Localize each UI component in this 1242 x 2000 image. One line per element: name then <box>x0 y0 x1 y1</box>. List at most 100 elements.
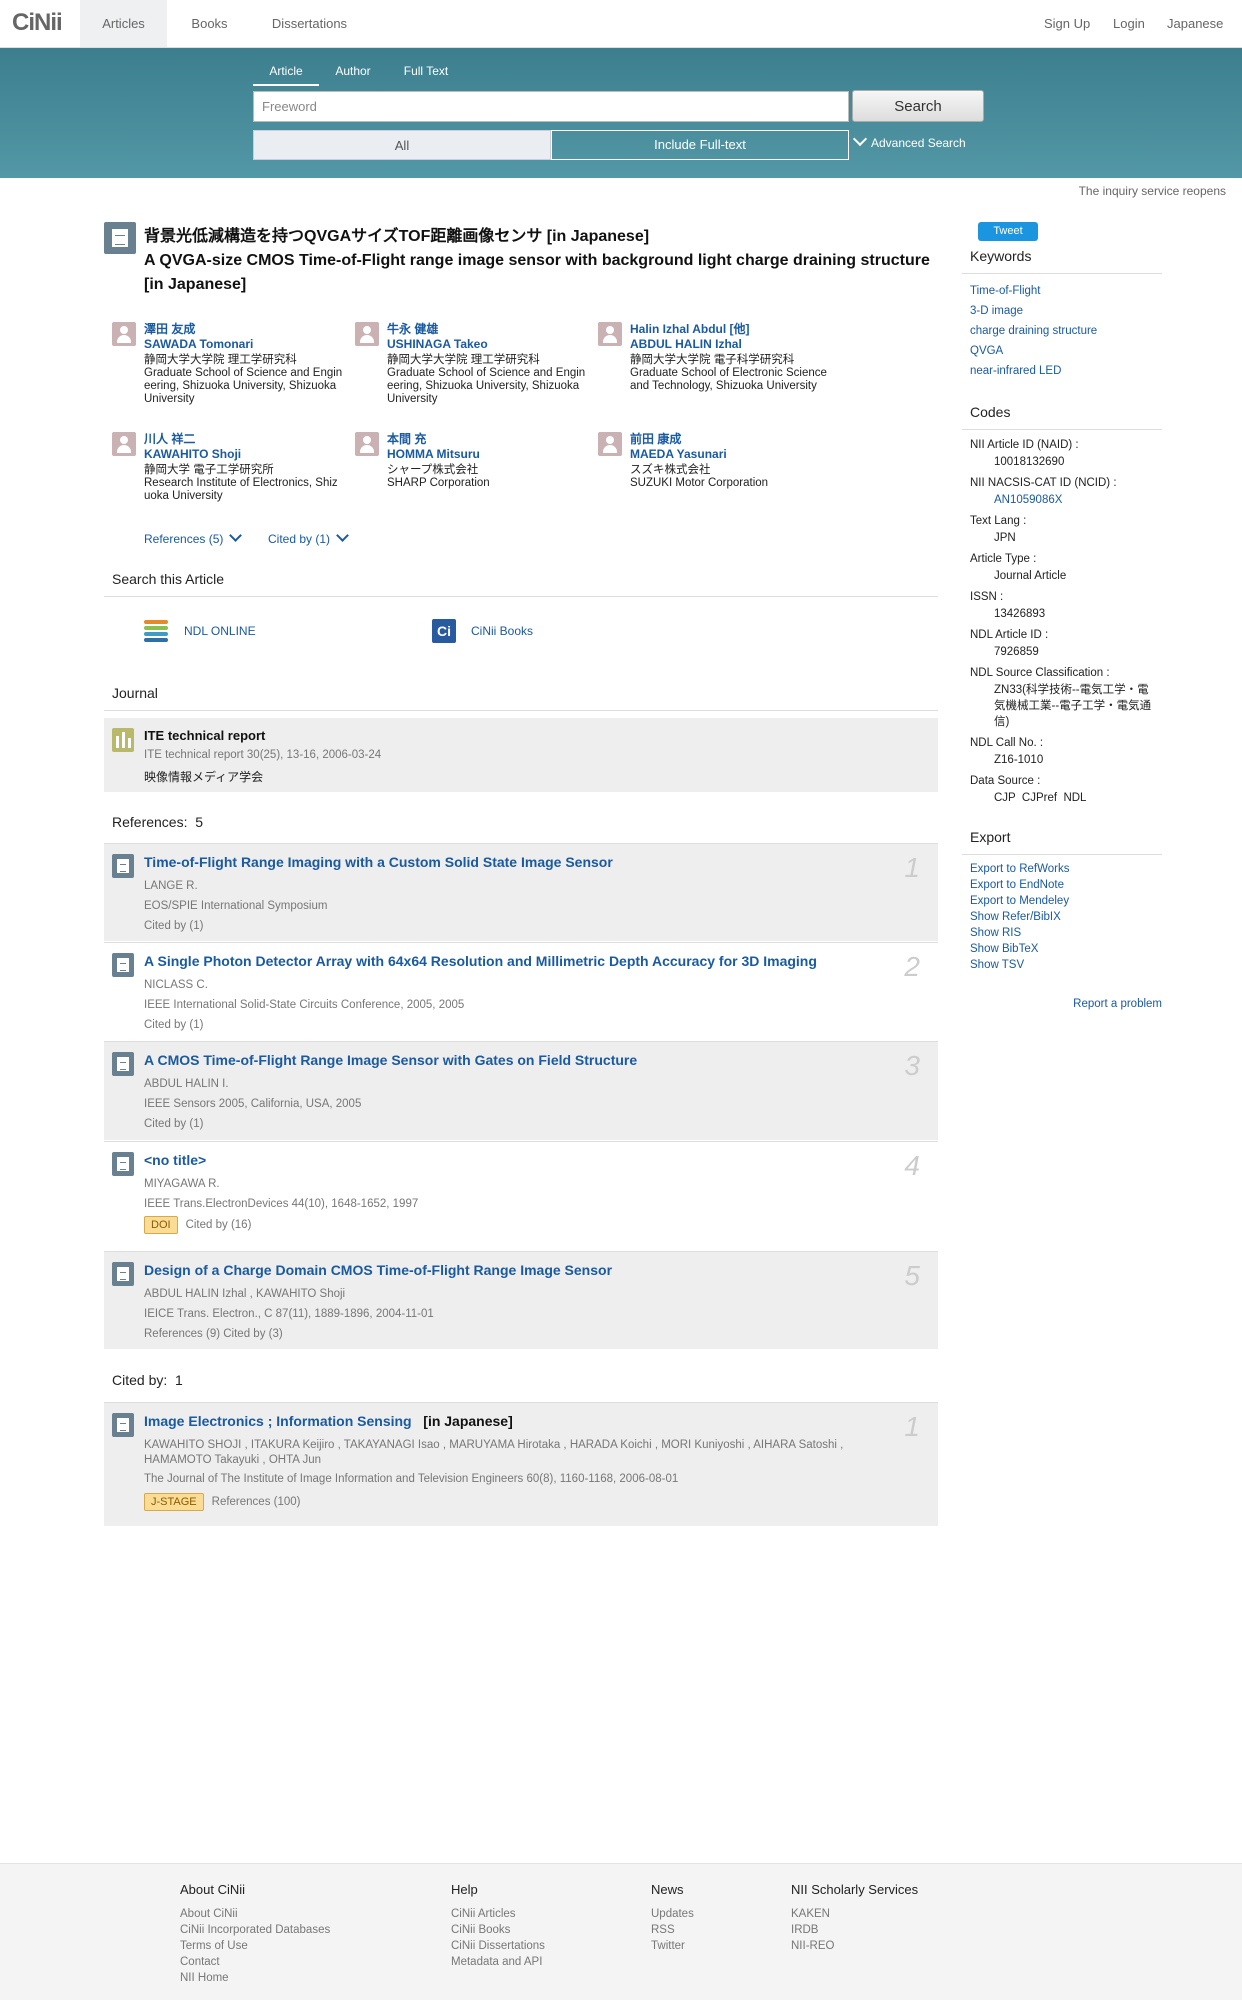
document-icon <box>112 1152 134 1176</box>
author-name-english[interactable]: SAWADA Tomonari <box>144 337 344 352</box>
footer-link[interactable]: CiNii Incorporated Databases <box>180 1922 330 1938</box>
references-toggle[interactable]: References (5) <box>144 529 243 546</box>
option-include-full-text[interactable]: Include Full-text <box>551 130 849 160</box>
code-value: 13426893 <box>994 608 1046 620</box>
reference-title[interactable]: <no title> <box>144 1152 206 1168</box>
divider <box>104 710 938 711</box>
service-notice[interactable]: The inquiry service reopens <box>1079 184 1226 198</box>
keyword-link[interactable]: near-infrared LED <box>970 365 1061 377</box>
cinii-logo[interactable]: CiNii <box>12 9 63 37</box>
footer-link[interactable]: RSS <box>651 1922 694 1938</box>
freeword-search-input[interactable] <box>253 91 849 122</box>
reference-cited-by[interactable]: References (9) Cited by (3) <box>144 1328 283 1340</box>
footer-link[interactable]: Metadata and API <box>451 1954 545 1970</box>
nav-tab-books[interactable]: Books <box>167 0 252 47</box>
footer-column: NII Scholarly Services KAKEN IRDB NII-RE… <box>791 1882 918 1954</box>
search-tab-full-text[interactable]: Full Text <box>393 64 459 86</box>
author-card: Halin Izhal Abdul [他] ABDUL HALIN Izhal … <box>598 322 830 393</box>
author-name-japanese[interactable]: 澤田 友成 <box>144 322 344 337</box>
tweet-button[interactable]: Tweet <box>978 222 1038 241</box>
author-name-japanese[interactable]: 本間 充 <box>387 432 587 447</box>
export-endnote-link[interactable]: Export to EndNote <box>970 879 1064 891</box>
show-tsv-link[interactable]: Show TSV <box>970 959 1024 971</box>
export-mendeley-link[interactable]: Export to Mendeley <box>970 895 1069 907</box>
article-document-icon <box>104 222 136 254</box>
avatar-icon <box>355 322 379 346</box>
report-problem-link[interactable]: Report a problem <box>1073 998 1162 1010</box>
author-name-japanese[interactable]: 牛永 健雄 <box>387 322 587 337</box>
footer-link[interactable]: CiNii Articles <box>451 1906 545 1922</box>
reference-item: Time-of-Flight Range Imaging with a Cust… <box>104 843 938 941</box>
advanced-search-link[interactable]: Advanced Search <box>852 131 966 150</box>
option-all[interactable]: All <box>253 130 551 160</box>
show-bibtex-link[interactable]: Show BibTeX <box>970 943 1038 955</box>
document-icon <box>112 854 134 878</box>
export-heading: Export <box>970 829 1011 845</box>
keyword-link[interactable]: QVGA <box>970 345 1003 357</box>
search-tab-author[interactable]: Author <box>320 64 386 86</box>
keyword-link[interactable]: charge draining structure <box>970 325 1097 337</box>
cited-references[interactable]: References (100) <box>212 1496 301 1508</box>
cinii-books-link[interactable]: CiNii Books <box>471 624 533 638</box>
reference-cited-by[interactable]: Cited by (1) <box>144 1118 203 1130</box>
show-refer-bibix-link[interactable]: Show Refer/BibIX <box>970 911 1061 923</box>
author-name-english[interactable]: HOMMA Mitsuru <box>387 447 587 462</box>
reference-title[interactable]: Time-of-Flight Range Imaging with a Cust… <box>144 854 613 870</box>
reference-cited-by[interactable]: Cited by (1) <box>144 1019 203 1031</box>
doi-badge[interactable]: DOI <box>144 1216 178 1234</box>
footer-link[interactable]: IRDB <box>791 1922 918 1938</box>
author-name-japanese[interactable]: 川人 祥二 <box>144 432 344 447</box>
reference-title[interactable]: A CMOS Time-of-Flight Range Image Sensor… <box>144 1052 637 1068</box>
reference-author: NICLASS C. <box>144 979 208 991</box>
reference-title[interactable]: Design of a Charge Domain CMOS Time-of-F… <box>144 1262 612 1278</box>
author-name-english[interactable]: MAEDA Yasunari <box>630 447 830 462</box>
author-name-english[interactable]: ABDUL HALIN Izhal <box>630 337 830 352</box>
author-affiliation-japanese: シャープ株式会社 <box>387 464 479 476</box>
footer-link[interactable]: Updates <box>651 1906 694 1922</box>
author-name-japanese[interactable]: 前田 康成 <box>630 432 830 447</box>
footer-link[interactable]: KAKEN <box>791 1906 918 1922</box>
export-refworks-link[interactable]: Export to RefWorks <box>970 863 1070 875</box>
search-panel: Article Author Full Text Search All Incl… <box>0 48 1242 178</box>
reference-cited-by[interactable]: Cited by (16) <box>186 1219 252 1231</box>
cited-by-toggle[interactable]: Cited by (1) <box>268 529 349 546</box>
footer-link[interactable]: CiNii Books <box>451 1922 545 1938</box>
codes-heading: Codes <box>970 404 1011 420</box>
top-navigation: CiNii Articles Books Dissertations Sign … <box>0 0 1242 48</box>
cited-links: J-STAGE References (100) <box>144 1493 301 1511</box>
footer-link[interactable]: NII Home <box>180 1970 330 1986</box>
search-tab-article[interactable]: Article <box>253 64 319 86</box>
jstage-badge[interactable]: J-STAGE <box>144 1493 204 1511</box>
footer-link[interactable]: About CiNii <box>180 1906 330 1922</box>
nav-tab-dissertations[interactable]: Dissertations <box>252 0 367 47</box>
language-link[interactable]: Japanese <box>1167 0 1223 47</box>
author-name-japanese[interactable]: Halin Izhal Abdul [他] <box>630 322 830 337</box>
journal-title[interactable]: ITE technical report <box>144 728 265 743</box>
ndl-online-link[interactable]: NDL ONLINE <box>184 624 256 638</box>
show-ris-link[interactable]: Show RIS <box>970 927 1021 939</box>
reference-title[interactable]: A Single Photon Detector Array with 64x6… <box>144 953 817 969</box>
references-label: References: <box>112 814 188 830</box>
author-affiliation-japanese: 静岡大学 電子工学研究所 <box>144 464 274 476</box>
footer-link[interactable]: Terms of Use <box>180 1938 330 1954</box>
cited-title[interactable]: Image Electronics ; Information Sensing <box>144 1413 412 1429</box>
search-button[interactable]: Search <box>852 90 984 122</box>
footer-link[interactable]: Contact <box>180 1954 330 1970</box>
footer-link[interactable]: Twitter <box>651 1938 694 1954</box>
author-affiliation-english: Graduate School of Science and Engineeri… <box>144 367 343 405</box>
keyword-link[interactable]: 3-D image <box>970 305 1023 317</box>
footer-link[interactable]: CiNii Dissertations <box>451 1938 545 1954</box>
ndl-online-icon <box>144 618 168 642</box>
footer-link[interactable]: NII-REO <box>791 1938 918 1954</box>
sign-up-link[interactable]: Sign Up <box>1044 0 1090 47</box>
ncid-link[interactable]: AN1059086X <box>994 492 1154 508</box>
keyword-link[interactable]: Time-of-Flight <box>970 285 1041 297</box>
author-name-english[interactable]: USHINAGA Takeo <box>387 337 587 352</box>
author-name-english[interactable]: KAWAHITO Shoji <box>144 447 344 462</box>
reference-item: A Single Photon Detector Array with 64x6… <box>104 942 938 1040</box>
login-link[interactable]: Login <box>1113 0 1145 47</box>
cited-by-item: Image Electronics ; Information Sensing … <box>104 1402 938 1526</box>
journal-icon <box>112 728 134 752</box>
reference-cited-by[interactable]: Cited by (1) <box>144 920 203 932</box>
nav-tab-articles[interactable]: Articles <box>80 0 167 47</box>
